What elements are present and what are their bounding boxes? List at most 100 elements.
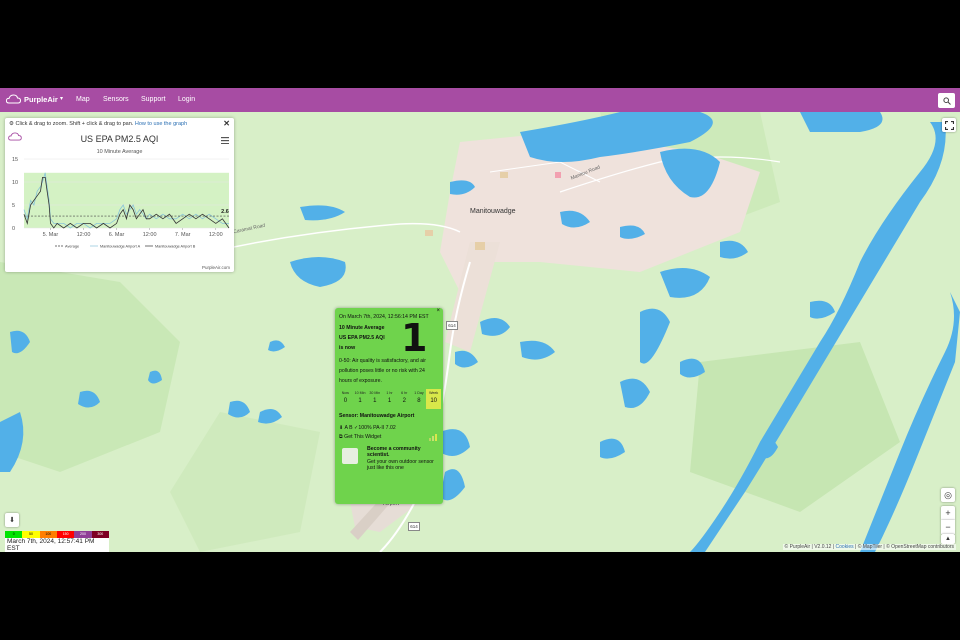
aqi-legend: 0 50 100 150 200 300 March 7th, 2024, 12… [5,531,109,552]
period-value: 0 [343,398,348,404]
zoom-in-icon: + [945,508,951,518]
chevron-down-icon[interactable]: ▾ [60,95,63,102]
fullscreen-icon [944,120,954,130]
chart-title: US EPA PM2.5 AQI [80,134,159,144]
purpleair-map-app: Manitouwadge Caramat Road Manitou Road 6… [0,88,960,552]
y-tick-label: 15 [12,157,18,163]
sensor-channels: ⬇ A B ✓100% PA-II 7.02 [339,425,396,431]
purpleair-cloud-icon [6,94,21,104]
aqi-scale: 0 50 100 150 200 300 [5,531,109,538]
period-cell[interactable]: 10 Min 1 [353,389,368,409]
scale-stop: 50 [22,531,40,538]
nav-map[interactable]: Map [76,96,90,103]
town-label: Manitouwadge [470,208,516,215]
period-cell[interactable]: 1 hr 1 [382,389,397,409]
zoom-out-icon: − [945,522,951,532]
get-widget[interactable]: ⧉ Get This Widget [339,434,381,441]
period-value: 2 [402,398,406,404]
period-cell[interactable]: 1 Day 8 [412,389,427,409]
close-icon[interactable]: × [436,308,440,314]
cookies-link[interactable]: Cookies [836,544,854,550]
download-icon[interactable]: ⬇ [339,425,343,431]
search-button[interactable] [938,93,955,108]
highway-shield: 614 [408,522,420,531]
period-label: 30 Min [369,391,381,395]
x-tick-label: 5. Mar [43,232,59,238]
y-tick-label: 0 [12,226,15,232]
attribution-maptiler[interactable]: | © MapTiler | [855,544,885,550]
period-value: 8 [417,398,421,404]
attribution-osm[interactable]: © OpenStreetMap contributors [886,544,954,550]
legend-entry: Manitouwadge Airport A [100,245,141,249]
period-cell[interactable]: Week 10 [426,389,442,409]
community-body: Get your own outdoor sensor just like th… [367,459,434,471]
aqi-value: 1 [401,316,428,360]
period-cell[interactable]: 30 Min 1 [367,389,382,409]
locate-icon: ◎ [944,489,952,500]
period-value: 1 [373,398,377,404]
scale-stop: 150 [56,531,75,538]
widget-link[interactable]: Get This Widget [344,434,381,440]
channel-info: A B ✓100% PA-II 7.02 [344,425,396,431]
chart-plot[interactable]: 0 5 10 15 5. Mar 12:00 6. Mar 12:00 7. Mar 12:00 2… [5,156,234,260]
period-value: 1 [358,398,362,404]
community-promo[interactable]: Become a community scientist. Get your o… [336,444,442,480]
highway-shield: 614 [446,321,458,330]
nav-login[interactable]: Login [178,96,195,103]
period-value: 1 [387,398,392,404]
period-cell[interactable]: Now 0 [338,389,353,409]
sensor-device-icon [342,448,358,464]
compass-icon: ▲ [945,536,951,542]
popup-metric-label[interactable]: US EPA PM2.5 AQI [339,335,385,341]
copy-icon: ⧉ [339,434,343,440]
chart-help-link[interactable]: How to use the graph [135,121,187,127]
y-tick-label: 10 [12,180,18,186]
chart-hint-text: Click & drag to zoom. Shift + click & dr… [15,121,134,127]
y-tick-label: 5 [12,203,15,209]
sensor-name[interactable]: Sensor: Manitouwadge Airport [339,413,414,419]
zoom-in-button[interactable]: + [941,506,955,520]
period-label: 10 Min [354,391,366,395]
chart-subtitle: 10 Minute Average [96,149,143,155]
period-cell[interactable]: 6 hr 2 [397,389,412,409]
data-timestamp: March 7th, 2024, 12:57:41 PM EST [5,538,109,552]
close-icon[interactable]: ✕ [223,119,230,128]
popup-average-label: 10 Minute Average [339,325,385,331]
zoom-out-button[interactable]: − [941,520,955,534]
legend-entry: Average [65,245,79,249]
x-tick-label: 12:00 [77,232,91,238]
download-icon: ⬇ [9,517,15,524]
scale-stop: 0 [5,531,23,538]
signal-bars-icon [429,434,437,441]
brand-name: PurpleAir [24,94,58,104]
x-tick-label: 6. Mar [109,232,125,238]
history-chart-panel: ⚙ Click & drag to zoom. Shift + click & … [5,118,234,272]
legend-entry: Manitouwadge Airport B [155,245,196,249]
download-button[interactable]: ⬇ [5,513,19,527]
chart-hint: ⚙ Click & drag to zoom. Shift + click & … [9,121,187,127]
scale-stop: 300 [91,531,109,538]
x-tick-label: 7. Mar [175,232,191,238]
attribution-prefix: © PurpleAir | V2.0.12 | [784,544,835,550]
fullscreen-button[interactable] [942,118,956,132]
period-table: Now 0 10 Min 1 30 Min 1 1 hr 1 6 hr 2 1 Day 8 … [338,389,442,409]
sensor-popup: × On March 7th, 2024, 12:56:14 PM EST 10… [335,308,443,504]
top-navbar: PurpleAir ▾ Map Sensors Support Login [0,88,960,112]
map-attribution: © PurpleAir | V2.0.12 | Cookies | © MapT… [782,544,956,550]
nav-support[interactable]: Support [141,96,166,103]
scale-stop: 200 [74,531,92,538]
popup-is-now: is now [339,345,356,351]
scale-stop: 100 [39,531,57,538]
nav-sensors[interactable]: Sensors [103,96,129,103]
search-icon [942,96,951,105]
gear-icon[interactable]: ⚙ [9,121,14,127]
period-value: 10 [430,398,438,404]
chart-credit: PurpleAir.com [201,265,230,270]
average-value-label: 2.6 [221,209,229,215]
hamburger-menu-icon[interactable] [221,137,229,144]
compass-button[interactable]: ▲ [941,534,955,544]
x-tick-label: 12:00 [143,232,157,238]
locate-button[interactable]: ◎ [941,488,955,502]
brand-logo[interactable]: PurpleAir [6,94,58,104]
community-title: Become a community scientist. [367,446,421,458]
